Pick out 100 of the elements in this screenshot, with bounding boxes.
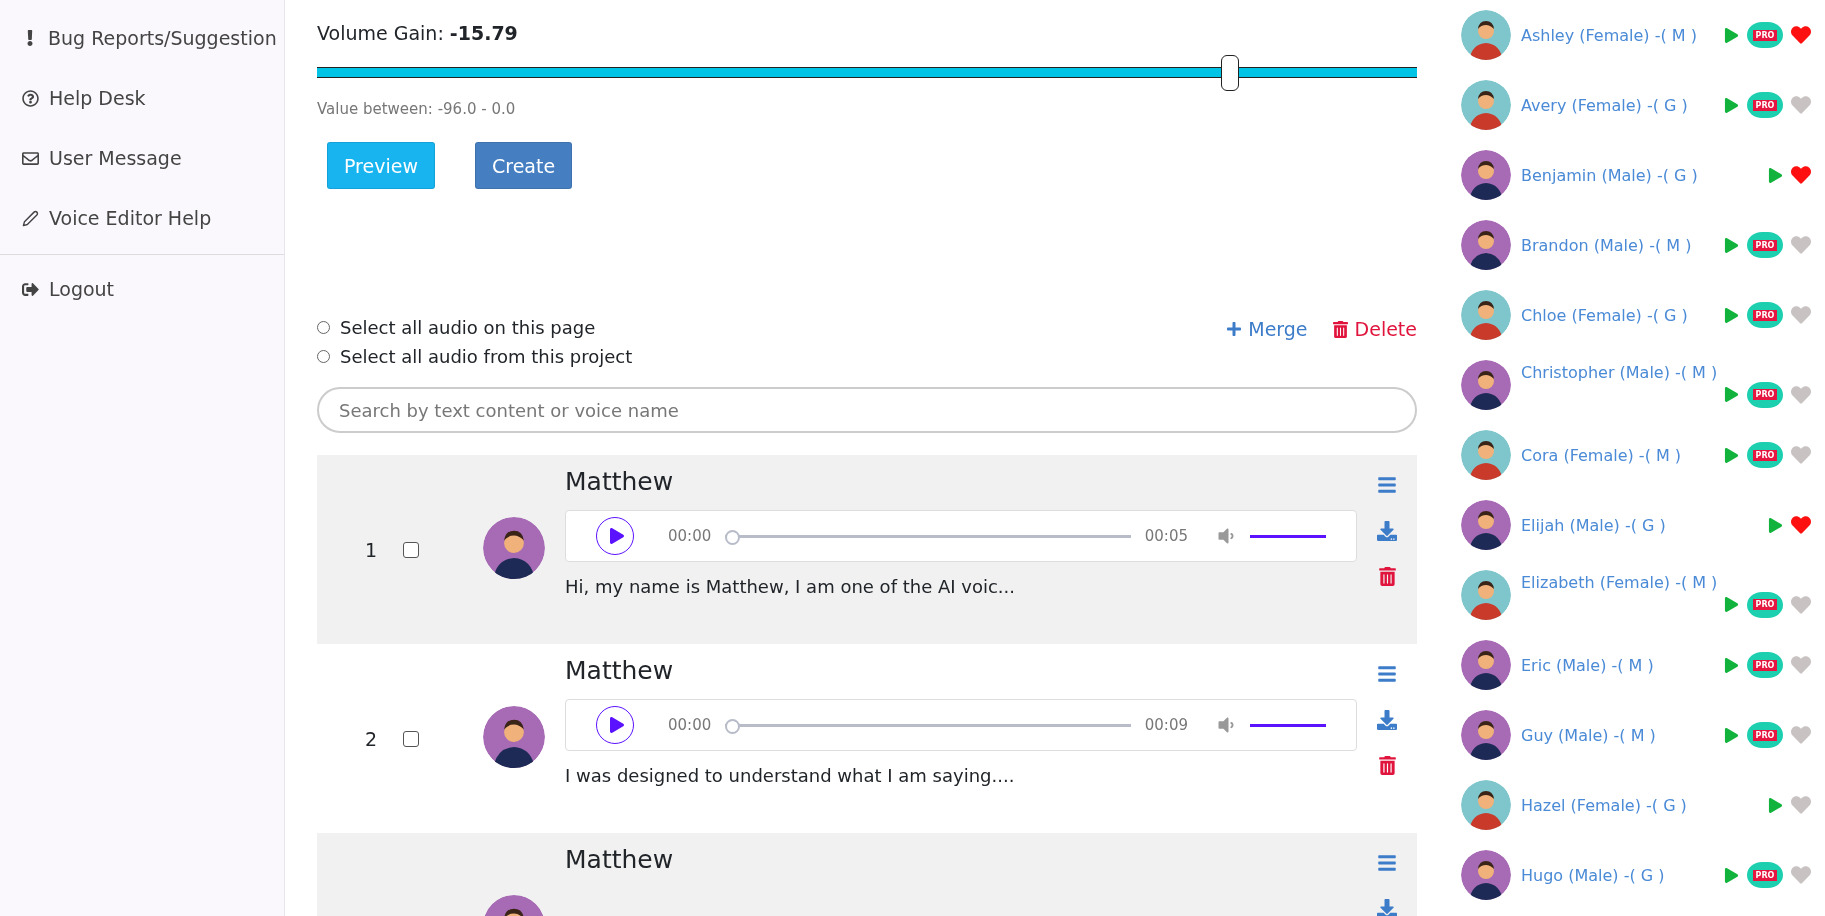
current-time: 00:00	[668, 527, 712, 545]
volume-bar[interactable]	[1250, 723, 1326, 727]
radio-label: Select all audio from this project	[340, 346, 633, 367]
row-checkbox[interactable]	[403, 541, 419, 558]
heart-icon[interactable]	[1791, 594, 1811, 615]
play-icon[interactable]	[1724, 867, 1739, 883]
play-icon[interactable]	[1724, 97, 1739, 113]
voice-option[interactable]: Eric (Male) -( M )	[1521, 655, 1654, 675]
avatar-icon	[1461, 220, 1511, 270]
voice-option[interactable]: Ashley (Female) -( M )	[1521, 25, 1697, 45]
voice-option[interactable]: Cora (Female) -( M )	[1521, 445, 1682, 465]
download-icon[interactable]	[1377, 899, 1397, 916]
voice-option[interactable]: Brandon (Male) -( M )	[1521, 235, 1692, 255]
avatar-icon	[1461, 850, 1511, 900]
play-icon[interactable]	[1724, 597, 1739, 612]
pro-badge: PRO	[1747, 381, 1783, 408]
heart-icon[interactable]	[1791, 515, 1811, 535]
trash-icon	[1331, 320, 1349, 338]
delete-link[interactable]: Delete	[1331, 317, 1417, 341]
radio-button[interactable]	[317, 321, 330, 334]
heart-icon[interactable]	[1791, 165, 1811, 185]
voice-option[interactable]: Elizabeth (Female) -( M )	[1521, 572, 1718, 592]
download-icon[interactable]	[1377, 710, 1397, 730]
play-icon[interactable]	[1724, 727, 1739, 743]
slider-thumb[interactable]	[1221, 55, 1239, 91]
sidebar-item[interactable]: Bug Reports/Suggestion	[0, 8, 284, 68]
avatar-icon	[1461, 500, 1511, 550]
play-icon[interactable]	[1724, 237, 1739, 253]
pro-badge: PRO	[1747, 652, 1783, 678]
play-button[interactable]	[596, 517, 634, 555]
voice-name: Matthew	[565, 656, 675, 685]
voice-option[interactable]: Elijah (Male) -( G )	[1521, 515, 1666, 535]
heart-icon[interactable]	[1791, 305, 1811, 325]
avatar-icon	[1461, 710, 1511, 760]
play-icon[interactable]	[1724, 447, 1739, 463]
play-button[interactable]	[596, 706, 634, 744]
pencil-icon	[22, 209, 39, 227]
speaker-icon[interactable]	[1216, 715, 1236, 735]
play-icon[interactable]	[1724, 27, 1739, 43]
sidebar-item[interactable]: Logout	[0, 259, 284, 319]
voice-option[interactable]: Hugo (Male) -( G )	[1521, 865, 1665, 885]
avatar-icon	[1461, 290, 1511, 340]
row-checkbox[interactable]	[403, 730, 419, 747]
avatar-icon	[483, 705, 545, 768]
heart-icon[interactable]	[1791, 445, 1811, 465]
voice-name: Matthew	[565, 467, 675, 496]
play-icon[interactable]	[1768, 167, 1783, 183]
audio-player[interactable]: 00:00 00:05	[565, 510, 1357, 562]
radio-button[interactable]	[317, 350, 330, 363]
pro-badge: PRO	[1747, 22, 1783, 48]
plus-icon	[1226, 321, 1243, 337]
heart-icon[interactable]	[1791, 725, 1811, 745]
pro-badge: PRO	[1747, 722, 1783, 748]
play-icon[interactable]	[1724, 387, 1739, 402]
menu-icon[interactable]	[1377, 853, 1397, 873]
trash-icon[interactable]	[1377, 567, 1397, 586]
logout-icon	[22, 280, 39, 298]
play-icon	[608, 717, 625, 733]
voice-option[interactable]: Avery (Female) -( G )	[1521, 95, 1688, 115]
duration-time: 00:05	[1144, 527, 1188, 545]
search-field[interactable]: Search by text content or voice name	[317, 387, 1417, 433]
avatar-icon	[1461, 430, 1511, 480]
trash-icon[interactable]	[1377, 756, 1397, 775]
voice-option[interactable]: Guy (Male) -( M )	[1521, 725, 1656, 745]
avatar-icon	[1461, 640, 1511, 690]
play-icon[interactable]	[1768, 797, 1783, 813]
voice-option[interactable]: Chloe (Female) -( G )	[1521, 305, 1688, 325]
sidebar-item[interactable]: Voice Editor Help	[0, 188, 284, 248]
heart-icon[interactable]	[1791, 795, 1811, 815]
heart-icon[interactable]	[1791, 235, 1811, 255]
menu-icon[interactable]	[1377, 475, 1397, 495]
audio-text: Hi, my name is Matthew, I am one of the AI voic...	[565, 576, 1017, 597]
speaker-icon[interactable]	[1216, 526, 1236, 546]
download-icon[interactable]	[1377, 521, 1397, 541]
play-icon[interactable]	[1724, 307, 1739, 323]
avatar-icon	[1461, 360, 1511, 410]
merge-link[interactable]: Merge	[1226, 317, 1308, 341]
preview-button[interactable]: Preview	[327, 142, 435, 189]
create-button[interactable]: Create	[474, 142, 573, 189]
heart-icon[interactable]	[1791, 25, 1811, 45]
duration-time: 00:09	[1144, 716, 1188, 734]
play-icon[interactable]	[1724, 657, 1739, 673]
play-icon[interactable]	[1768, 517, 1783, 533]
voice-option[interactable]: Christopher (Male) -( M )	[1521, 362, 1718, 382]
heart-icon[interactable]	[1791, 655, 1811, 675]
radio-label: Select all audio on this page	[340, 317, 596, 338]
sidebar-item[interactable]: Help Desk	[0, 68, 284, 128]
volume-bar[interactable]	[1250, 534, 1326, 538]
audio-player[interactable]: 00:00 00:09	[565, 699, 1357, 751]
heart-icon[interactable]	[1791, 865, 1811, 885]
voice-option[interactable]: Benjamin (Male) -( G )	[1521, 165, 1698, 185]
pro-badge: PRO	[1747, 92, 1783, 118]
envelope-icon	[22, 149, 39, 167]
avatar-icon	[1461, 150, 1511, 200]
sidebar-item[interactable]: User Message	[0, 128, 284, 188]
pro-badge: PRO	[1747, 232, 1783, 258]
heart-icon[interactable]	[1791, 95, 1811, 115]
heart-icon[interactable]	[1791, 384, 1811, 405]
voice-option[interactable]: Hazel (Female) -( G )	[1521, 795, 1687, 815]
menu-icon[interactable]	[1377, 664, 1397, 684]
